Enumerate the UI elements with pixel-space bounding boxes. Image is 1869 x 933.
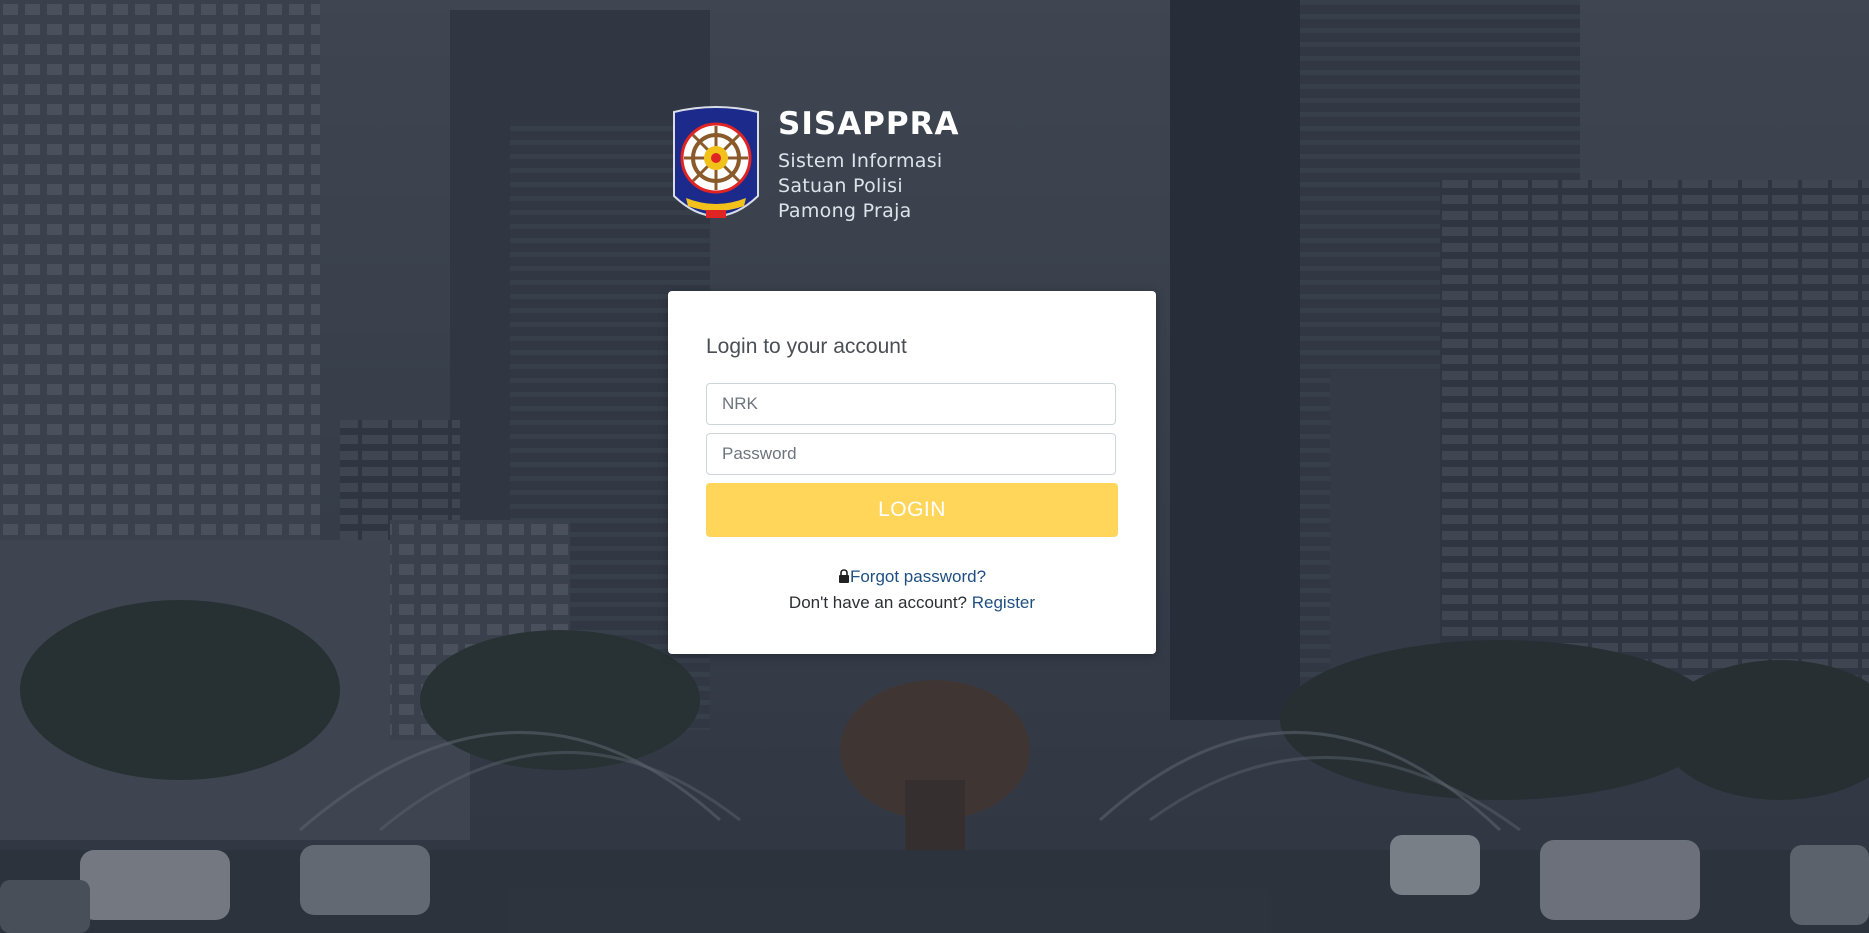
register-link[interactable]: Register xyxy=(972,593,1035,612)
login-title: Login to your account xyxy=(706,335,907,358)
lock-icon xyxy=(838,569,849,583)
brand-subtitle-line-2: Satuan Polisi xyxy=(778,175,903,197)
brand-subtitle-line-3: Pamong Praja xyxy=(778,200,912,222)
brand-subtitle-line-1: Sistem Informasi xyxy=(778,150,943,172)
register-row: Don't have an account? Register xyxy=(668,593,1156,613)
brand-name: SISAPPRA xyxy=(778,106,960,142)
login-card: Login to your account LOGIN Forgot passw… xyxy=(668,291,1156,654)
satpol-pp-emblem-icon xyxy=(673,106,759,218)
forgot-password-link[interactable]: Forgot password? xyxy=(850,567,986,586)
brand-logo: SISAPPRA Sistem Informasi Satuan Polisi … xyxy=(668,104,968,234)
forgot-password-row: Forgot password? xyxy=(668,567,1156,587)
password-input[interactable] xyxy=(706,433,1116,475)
nrk-input[interactable] xyxy=(706,383,1116,425)
login-button[interactable]: LOGIN xyxy=(706,483,1118,537)
register-prompt: Don't have an account? xyxy=(788,593,972,612)
